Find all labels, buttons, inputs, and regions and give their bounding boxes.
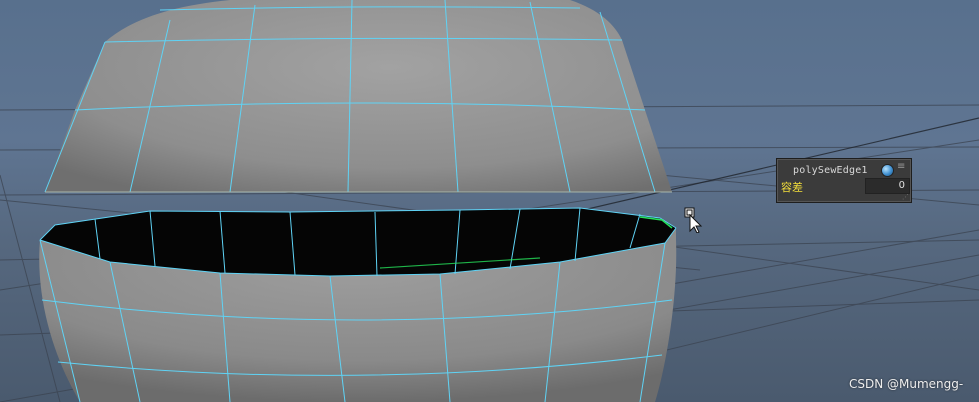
- top-hemisphere: [44, 0, 672, 193]
- watermark: CSDN @Mumengg-: [849, 377, 964, 391]
- tolerance-value[interactable]: 0: [899, 179, 905, 193]
- node-name-label: polySewEdge1: [793, 165, 868, 176]
- menu-icon[interactable]: ≡: [897, 162, 905, 172]
- in-view-editor[interactable]: polySewEdge1 ≡ 容差 0 ⋰: [776, 158, 912, 203]
- globe-icon[interactable]: [881, 164, 894, 177]
- mouse-cursor-icon: [684, 207, 703, 233]
- 3d-viewport[interactable]: polySewEdge1 ≡ 容差 0 ⋰ CSDN @Mumengg-: [0, 0, 979, 402]
- bottom-hemisphere: [39, 207, 677, 402]
- resize-grip-icon[interactable]: ⋰: [902, 194, 909, 201]
- tolerance-field[interactable]: 0: [865, 178, 910, 194]
- tolerance-label: 容差: [781, 181, 803, 194]
